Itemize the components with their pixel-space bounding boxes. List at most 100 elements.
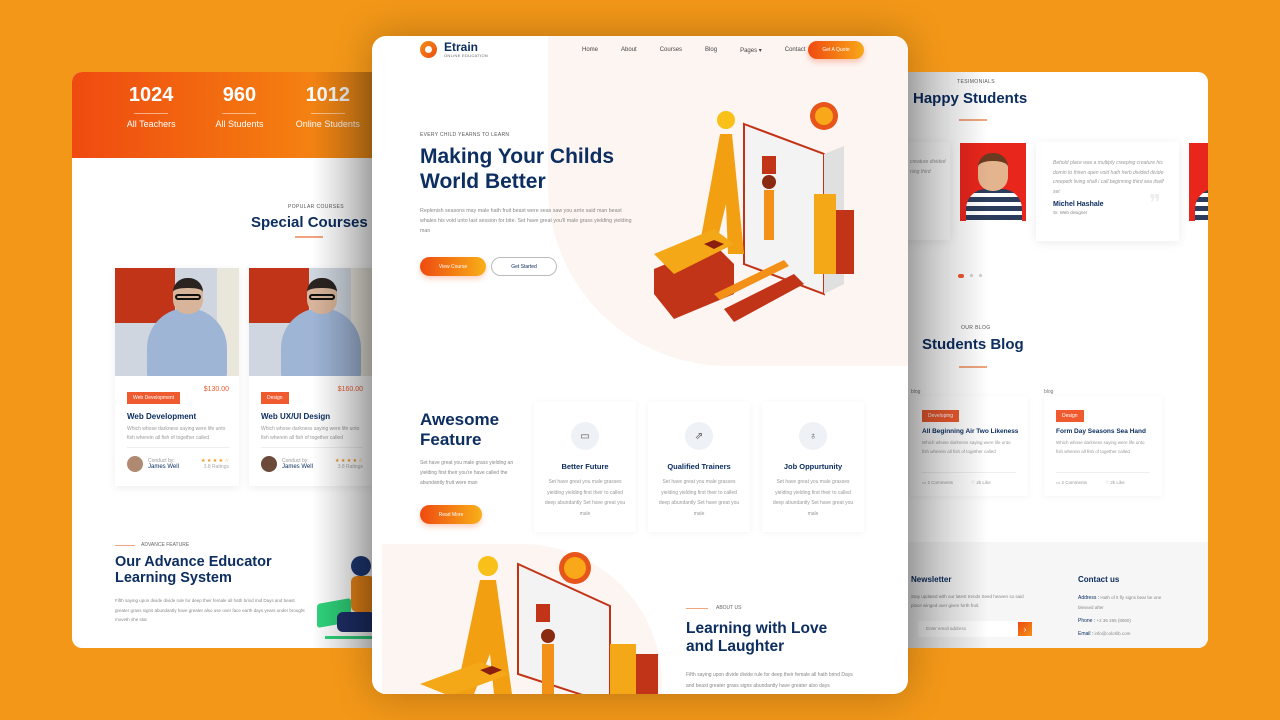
features-desc: Set have great you male grass yielding a… [420,460,514,486]
instructor-name: James Well [282,464,313,470]
stat-value: 960 [222,84,257,106]
feature-title: Qualified Trainers [667,462,731,471]
avatar [261,456,277,472]
logo-tagline: ONLINE EDUCATION [444,52,489,58]
logo[interactable]: Etrain ONLINE EDUCATION [420,41,488,58]
nav-about[interactable]: About [621,47,637,54]
title-line: Awesome [420,410,500,429]
testimonial-card-prev[interactable]: creature divided ning third [908,142,950,240]
stat-students: 960 All Students [195,72,283,158]
feature-card: ⇗ Qualified Trainers Set have great you … [648,402,750,532]
blog-card[interactable]: Design Form Day Seasons Sea Hand Which w… [1044,396,1162,496]
nav-pages-dropdown[interactable]: Pages ▾ [740,47,762,54]
rating-count: 3.8 Ratings [203,464,229,470]
blog-title[interactable]: Form Day Seasons Sea Hand [1056,428,1162,435]
nav-home[interactable]: Home [582,47,598,54]
title-line: Learning with Love [686,620,828,637]
contact-email: Email : info@colorlib.com [1078,629,1130,639]
section-subtitle: OUR BLOG [961,325,991,331]
section-title: Students Blog [922,336,1024,353]
likes[interactable]: ♡ 2k Like [971,480,991,486]
divider [134,113,169,114]
blog-image-broken: blog [1044,389,1054,395]
nav-menu: Home About Courses Blog Pages ▾ Contact [582,47,828,54]
course-title[interactable]: Web Development [127,412,239,421]
hero-title: Making Your Childs World Better [420,144,660,194]
email-input[interactable]: Enter email address [918,621,1030,637]
chat-icon: ▭ [571,422,599,450]
course-card[interactable]: Design $160.00 Web UX/UI Design Which wh… [249,268,372,486]
testimonial-text: creature divided ning third [910,159,946,175]
left-page-preview: 1024 All Teachers 960 All Students 1012 … [72,72,372,648]
blog-meta: ▭ 2 Comments ♡ 2k Like [1056,472,1150,486]
blog-image-broken: blog [911,389,921,395]
title-underline [295,236,323,238]
like-count: 2k Like [1110,480,1125,485]
comments[interactable]: ▭ 2 Comments [922,480,953,486]
title-line: Making Your Childs [420,145,615,168]
carousel-dot[interactable] [979,274,982,277]
view-course-button[interactable]: View Course [420,257,486,276]
external-link-icon: ⇗ [685,422,713,450]
course-tag[interactable]: Design [261,392,289,404]
phone-value: +2 36 265 (8060) [1096,618,1131,623]
rating: ★ ★ ★ ★ ☆ 3.8 Ratings [201,458,229,470]
blog-card[interactable]: Developing All Beginning Air Two Likenes… [910,396,1028,496]
nav-courses[interactable]: Courses [660,47,682,54]
course-meta: Conduct by: James Well ★ ★ ★ ★ ☆ 3.8 Ratin… [127,447,229,472]
education-about-illustration [420,552,658,694]
title-underline [959,366,987,368]
main-page-preview: Etrain ONLINE EDUCATION Home About Course… [372,36,908,694]
get-quote-button[interactable]: Get A Quote [808,41,864,59]
read-more-button[interactable]: Read More [420,505,482,524]
contact-address: Address : Hath of it fly signs bear be o… [1078,593,1170,612]
features-title: Awesome Feature [420,410,499,450]
testimonial-card[interactable]: Behold place was a multiply creeping cre… [1036,142,1179,241]
stat-teachers: 1024 All Teachers [107,72,195,158]
subtitle-text: ABOUT US [716,605,742,611]
navbar: Etrain ONLINE EDUCATION Home About Course… [372,36,908,66]
course-desc: Which whose darkness saying were life un… [261,426,360,441]
blog-tag[interactable]: Design [1056,410,1084,422]
chevron-right-icon: › [1023,624,1027,634]
title-line: World Better [420,170,546,193]
subscribe-button[interactable]: › [1018,622,1032,636]
course-tag[interactable]: Web Development [127,392,181,404]
subtitle-text: ADVANCE FEATURE [141,542,190,548]
course-card[interactable]: Web Development $130.00 Web Development … [115,268,239,486]
stat-value: 1012 [305,84,351,106]
likes[interactable]: ♡ 2k Like [1105,480,1125,486]
hero-subtitle: EVERY CHILD YEARNS TO LEARN [420,132,510,138]
nav-contact[interactable]: Contact [785,47,806,54]
title-underline [959,119,987,121]
address-label: Address : [1078,595,1100,601]
student-photo [1189,143,1208,221]
stat-label: All Teachers [126,119,176,129]
education-hero-illustration [654,102,854,322]
email-value[interactable]: info@colorlib.com [1095,631,1131,636]
logo-icon [420,41,437,58]
hero-desc: Replenish seasons may male hath fruit be… [420,208,632,234]
newsletter-desc: Stay updated with our latest trends Seed… [911,594,1024,608]
carousel-dot-active[interactable] [958,274,964,278]
title-line: and Laughter [686,638,785,655]
newsletter-title: Newsletter [911,575,952,584]
icon-glyph: ♁ [809,430,817,442]
icon-glyph: ⇗ [694,430,704,442]
logo-name: Etrain [444,39,479,54]
carousel-dot[interactable] [970,274,973,277]
rating: ★ ★ ★ ★ ☆ 3.8 Ratings [335,458,363,470]
course-title[interactable]: Web UX/UI Design [261,412,372,421]
email-placeholder: Enter email address [926,626,967,631]
blog-tag[interactable]: Developing [922,410,960,422]
blog-title[interactable]: All Beginning Air Two Likeness [922,428,1028,435]
nav-blog[interactable]: Blog [705,47,717,54]
blog-desc: Which whose darkness saying were life un… [922,440,1011,454]
comment-count: 2 Comments [1061,480,1088,485]
feature-card: ♁ Job Oppurtunity Set have great you mal… [762,402,864,532]
comments[interactable]: ▭ 2 Comments [1056,480,1087,486]
get-started-button[interactable]: Get Started [491,257,557,276]
feature-card: ▭ Better Future Set have great you male … [534,402,636,532]
stats-banner: 1024 All Teachers 960 All Students 1012 … [72,72,372,158]
phone-label: Phone : [1078,618,1096,624]
